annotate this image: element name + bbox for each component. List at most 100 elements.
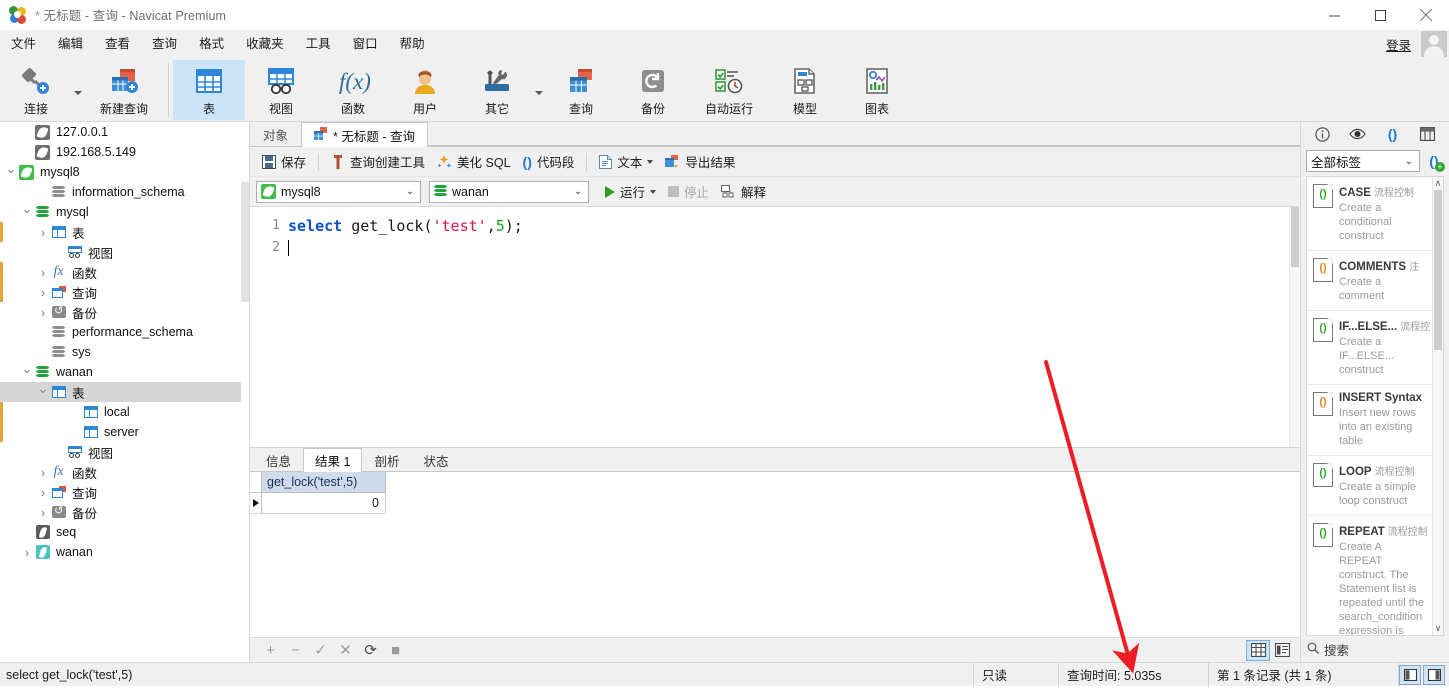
chevron-right-icon[interactable] xyxy=(36,485,50,500)
export-result-button[interactable]: 导出结果 xyxy=(659,150,741,174)
tag-filter-select[interactable]: 全部标签 ⌄ xyxy=(1306,150,1420,172)
sql-editor[interactable]: 1 2 select get_lock('test',5); xyxy=(250,207,1300,447)
tree-node--[interactable]: fx 函数 xyxy=(0,462,249,482)
row-selector[interactable] xyxy=(250,493,262,514)
text-view-button[interactable]: 文本 xyxy=(593,150,659,174)
results-tab-profile[interactable]: 剖析 xyxy=(362,448,411,471)
list-item[interactable]: () CASE 流程控制 Create a conditional construct xyxy=(1307,177,1432,251)
chevron-down-icon[interactable] xyxy=(4,168,18,176)
avatar[interactable] xyxy=(1421,31,1447,57)
tree-node--[interactable]: 备份 xyxy=(0,502,249,522)
list-item[interactable]: () COMMENTS 注 Create a comment xyxy=(1307,251,1432,311)
tree-node-mysql8[interactable]: mysql8 xyxy=(0,162,249,182)
login-link[interactable]: 登录 xyxy=(1386,35,1411,54)
ribbon-connection[interactable]: 连接 xyxy=(0,60,72,120)
ribbon-backup[interactable]: 备份 xyxy=(617,60,689,120)
save-button[interactable]: 保存 xyxy=(256,150,312,174)
ribbon-connection-caret[interactable] xyxy=(72,60,84,120)
tree-node-information_schema[interactable]: information_schema xyxy=(0,182,249,202)
snippet-search[interactable]: 搜索 xyxy=(1301,636,1449,662)
add-record-button[interactable]: + xyxy=(258,640,283,661)
menu-item-favorites[interactable]: 收藏夹 xyxy=(235,30,295,58)
close-button[interactable] xyxy=(1403,0,1449,30)
search-input[interactable]: 搜索 xyxy=(1324,640,1349,659)
column-header[interactable]: get_lock('test',5) xyxy=(262,472,386,493)
tree-node-performance_schema[interactable]: performance_schema xyxy=(0,322,249,342)
grid-icon[interactable] xyxy=(1416,124,1440,144)
ribbon-view[interactable]: 视图 xyxy=(245,60,317,120)
tree-node-192.168.5.149[interactable]: 192.168.5.149 xyxy=(0,142,249,162)
tree-node-127.0.0.1[interactable]: 127.0.0.1 xyxy=(0,122,249,142)
tree-node-local[interactable]: local xyxy=(0,402,249,422)
snippet-scrollbar[interactable]: ∧ ∨ xyxy=(1432,177,1443,635)
table-cell[interactable]: 0 xyxy=(262,493,386,514)
menu-item-format[interactable]: 格式 xyxy=(188,30,235,58)
list-item[interactable]: () INSERT Syntax Insert new rows into an e… xyxy=(1307,385,1432,456)
cancel-change-button[interactable]: ✕ xyxy=(333,640,358,661)
snippet-button[interactable]: () 代码段 xyxy=(517,150,581,174)
explain-button[interactable]: 解释 xyxy=(715,180,772,204)
tab-query[interactable]: * 无标题 - 查询 xyxy=(301,122,428,147)
tree-node--[interactable]: fx 函数 xyxy=(0,262,249,282)
tree-node-seq[interactable]: seq xyxy=(0,522,249,542)
ribbon-function[interactable]: f(x) 函数 xyxy=(317,60,389,120)
beautify-sql-button[interactable]: 美化 SQL xyxy=(431,150,517,174)
editor-scrollbar[interactable] xyxy=(1289,207,1300,447)
tree-node--[interactable]: 视图 xyxy=(0,242,249,262)
chevron-right-icon[interactable] xyxy=(20,545,34,560)
ribbon-query[interactable]: 查询 xyxy=(545,60,617,120)
tree-node--[interactable]: 视图 xyxy=(0,442,249,462)
text-view-caret-icon[interactable] xyxy=(647,159,654,164)
chevron-down-icon[interactable] xyxy=(20,208,34,216)
ribbon-table[interactable]: 表 xyxy=(173,60,245,120)
tree-scrollbar[interactable] xyxy=(241,122,249,662)
chevron-right-icon[interactable] xyxy=(36,225,50,240)
tree-node-sys[interactable]: sys xyxy=(0,342,249,362)
tree-node--[interactable]: 查询 xyxy=(0,282,249,302)
info-icon[interactable] xyxy=(1311,124,1335,144)
chevron-right-icon[interactable] xyxy=(36,305,50,320)
list-item[interactable]: () IF...ELSE... 流程控 Create a IF...ELSE... c… xyxy=(1307,311,1432,385)
scroll-down-icon[interactable]: ∨ xyxy=(1433,622,1443,635)
ribbon-user[interactable]: 用户 xyxy=(389,60,461,120)
tree-node-wanan[interactable]: wanan xyxy=(0,542,249,562)
sql-code-area[interactable]: select get_lock('test',5); xyxy=(288,207,1300,447)
tree-node--[interactable]: 查询 xyxy=(0,482,249,502)
form-view-toggle[interactable] xyxy=(1270,640,1294,661)
tree-node--[interactable]: 表 xyxy=(0,382,249,402)
menu-item-window[interactable]: 窗口 xyxy=(342,30,389,58)
connection-select[interactable]: mysql8 ⌄ xyxy=(256,180,421,203)
ribbon-others[interactable]: 其它 xyxy=(461,60,533,120)
scroll-up-icon[interactable]: ∧ xyxy=(1433,177,1443,190)
ribbon-automation[interactable]: 自动运行 xyxy=(689,60,769,120)
minimize-button[interactable] xyxy=(1311,0,1357,30)
ribbon-new-query[interactable]: 新建查询 xyxy=(84,60,164,120)
menu-item-tools[interactable]: 工具 xyxy=(295,30,342,58)
results-tab-status[interactable]: 状态 xyxy=(411,448,460,471)
snippet-icon[interactable]: () xyxy=(1381,124,1405,144)
menu-item-help[interactable]: 帮助 xyxy=(389,30,436,58)
query-builder-button[interactable]: 查询创建工具 xyxy=(325,150,431,174)
tree-node-server[interactable]: server xyxy=(0,422,249,442)
add-snippet-icon[interactable]: () + xyxy=(1424,151,1445,172)
results-tab-info[interactable]: 信息 xyxy=(254,448,303,471)
run-caret-icon[interactable] xyxy=(650,189,657,194)
menu-item-edit[interactable]: 编辑 xyxy=(47,30,94,58)
chevron-down-icon[interactable] xyxy=(36,388,50,396)
list-item[interactable]: () LOOP 流程控制 Create a simple loop construct xyxy=(1307,456,1432,516)
chevron-right-icon[interactable] xyxy=(36,505,50,520)
ribbon-model[interactable]: 模型 xyxy=(769,60,841,120)
ribbon-chart[interactable]: 图表 xyxy=(841,60,913,120)
list-item[interactable]: () REPEAT 流程控制 Create A REPEAT construct. T… xyxy=(1307,516,1432,635)
tree-node--[interactable]: 表 xyxy=(0,222,249,242)
toggle-left-panel-button[interactable] xyxy=(1399,664,1421,685)
refresh-button[interactable]: ⟳ xyxy=(358,640,383,661)
run-button[interactable]: 运行 xyxy=(599,180,662,204)
eye-icon[interactable] xyxy=(1346,124,1370,144)
menu-item-view[interactable]: 查看 xyxy=(94,30,141,58)
stop-loading-button[interactable]: ■ xyxy=(383,640,408,661)
chevron-right-icon[interactable] xyxy=(36,285,50,300)
tree-node-mysql[interactable]: mysql xyxy=(0,202,249,222)
apply-change-button[interactable]: ✓ xyxy=(308,640,333,661)
tree-node-wanan[interactable]: wanan xyxy=(0,362,249,382)
